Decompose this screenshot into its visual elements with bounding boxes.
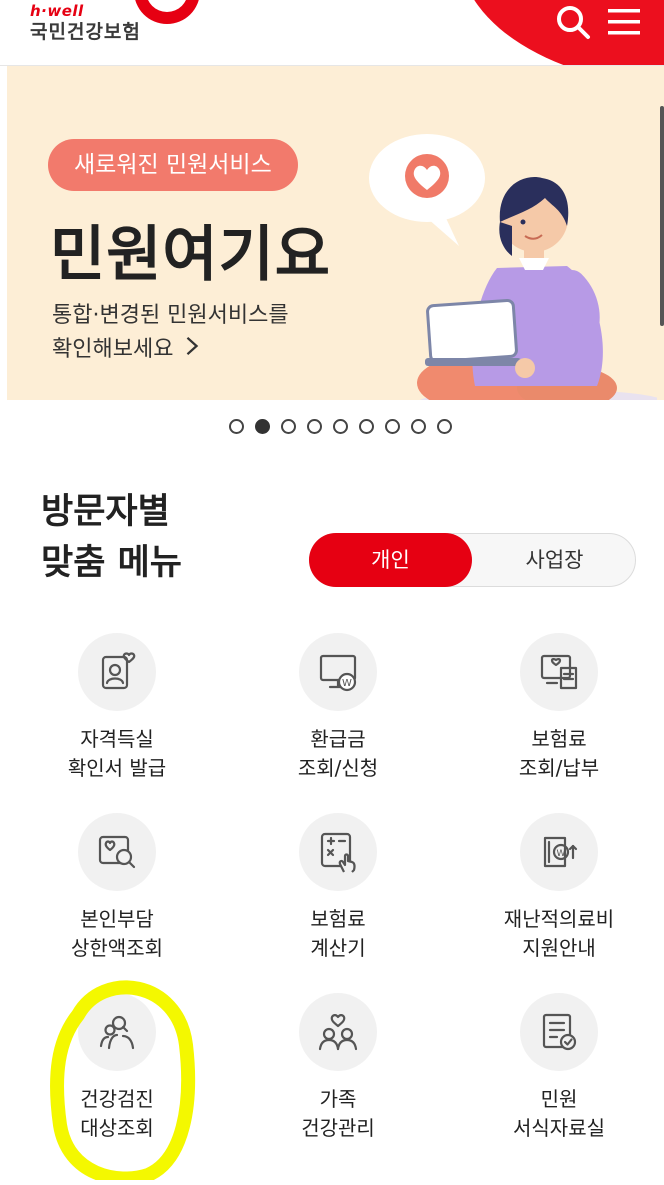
carousel-dot-8[interactable] bbox=[411, 419, 426, 434]
search-button[interactable] bbox=[553, 2, 593, 42]
logo[interactable]: h·well 국민건강보험 bbox=[30, 2, 141, 44]
menu-button[interactable] bbox=[604, 4, 644, 40]
carousel-dot-9[interactable] bbox=[437, 419, 452, 434]
carousel-pagination bbox=[229, 419, 452, 435]
visitor-type-toggle: 개인 사업장 bbox=[309, 533, 636, 587]
bill-receipt-icon bbox=[520, 633, 598, 711]
svg-text:W: W bbox=[342, 678, 352, 689]
menu-item-7[interactable]: 건강검진대상조회 bbox=[17, 993, 217, 1143]
menu-item-label-line1: 환급금 bbox=[310, 727, 366, 751]
menu-item-6[interactable]: W 재난적의료비지원안내 bbox=[459, 813, 659, 963]
menu-item-label-line1: 본인부담 bbox=[80, 907, 154, 931]
logo-title: 국민건강보험 bbox=[30, 21, 141, 43]
search-icon bbox=[557, 6, 590, 39]
monitor-won-icon: W bbox=[299, 633, 377, 711]
menu-item-label: 자격득실확인서 발급 bbox=[17, 725, 217, 783]
menu-item-label-line1: 재난적의료비 bbox=[503, 907, 615, 931]
banner-desc-line1: 통합·변경된 민원서비스를 bbox=[52, 303, 289, 328]
section-title-line1: 방문자별 bbox=[41, 492, 170, 532]
menu-item-label-line2: 대상조회 bbox=[80, 1116, 154, 1140]
menu-item-label: 건강검진대상조회 bbox=[17, 1085, 217, 1143]
header: h·well 국민건강보험 bbox=[0, 0, 664, 66]
menu-item-label-line2: 확인서 발급 bbox=[67, 756, 167, 780]
menu-item-label-line1: 보험료 bbox=[310, 907, 366, 931]
carousel-dot-2[interactable] bbox=[255, 419, 270, 434]
promo-banner[interactable]: 새로워진 민원서비스 민원여기요 통합·변경된 민원서비스를 확인해보세요 bbox=[7, 66, 664, 400]
svg-text:W: W bbox=[557, 849, 566, 859]
carousel-dot-4[interactable] bbox=[307, 419, 322, 434]
menu-item-3[interactable]: 보험료조회/납부 bbox=[459, 633, 659, 783]
menu-item-label-line1: 자격득실 bbox=[80, 727, 154, 751]
woman-laptop-illustration bbox=[369, 134, 657, 400]
menu-item-4[interactable]: 본인부담상한액조회 bbox=[17, 813, 217, 963]
tab-individual[interactable]: 개인 bbox=[309, 533, 472, 587]
menu-item-label: 환급금조회/신청 bbox=[238, 725, 438, 783]
heart-search-icon bbox=[78, 813, 156, 891]
hamburger-menu-icon bbox=[608, 9, 640, 35]
banner-title: 민원여기요 bbox=[50, 220, 331, 290]
tab-business[interactable]: 사업장 bbox=[473, 533, 636, 587]
menu-item-5[interactable]: 보험료계산기 bbox=[238, 813, 438, 963]
menu-item-1[interactable]: 자격득실확인서 발급 bbox=[17, 633, 217, 783]
section-title-line2: 맞춤 메뉴 bbox=[41, 543, 182, 583]
wallet-won-icon: W bbox=[520, 813, 598, 891]
menu-item-label-line1: 가족 bbox=[319, 1087, 357, 1111]
menu-item-label-line1: 보험료 bbox=[531, 727, 587, 751]
document-check-icon bbox=[520, 993, 598, 1071]
menu-item-label-line2: 상한액조회 bbox=[71, 936, 163, 960]
carousel-dot-3[interactable] bbox=[281, 419, 296, 434]
family-heart-icon bbox=[299, 993, 377, 1071]
menu-item-label-line2: 서식자료실 bbox=[513, 1116, 605, 1140]
banner-description[interactable]: 통합·변경된 민원서비스를 확인해보세요 bbox=[52, 300, 289, 366]
menu-item-label-line2: 지원안내 bbox=[522, 936, 596, 960]
logo-badge-icon bbox=[134, 0, 200, 24]
menu-item-label-line1: 민원 bbox=[540, 1087, 578, 1111]
calculator-hand-icon bbox=[299, 813, 377, 891]
menu-item-label-line2: 계산기 bbox=[310, 936, 366, 960]
id-card-heart-icon bbox=[78, 633, 156, 711]
menu-item-label: 보험료계산기 bbox=[238, 905, 438, 963]
menu-item-label: 민원서식자료실 bbox=[459, 1085, 659, 1143]
section-title: 방문자별 맞춤 메뉴 bbox=[41, 487, 182, 589]
menu-item-label: 보험료조회/납부 bbox=[459, 725, 659, 783]
menu-item-label: 재난적의료비지원안내 bbox=[459, 905, 659, 963]
banner-scrollbar bbox=[660, 106, 664, 326]
carousel-dot-1[interactable] bbox=[229, 419, 244, 434]
menu-item-label-line2: 건강관리 bbox=[301, 1116, 375, 1140]
person-group-search-icon bbox=[78, 993, 156, 1071]
chevron-right-icon bbox=[185, 332, 199, 364]
menu-item-label-line1: 건강검진 bbox=[80, 1087, 154, 1111]
menu-item-9[interactable]: 민원서식자료실 bbox=[459, 993, 659, 1143]
menu-item-label: 본인부담상한액조회 bbox=[17, 905, 217, 963]
banner-desc-line2: 확인해보세요 bbox=[52, 337, 174, 362]
menu-item-2[interactable]: W 환급금조회/신청 bbox=[238, 633, 438, 783]
banner-badge: 새로워진 민원서비스 bbox=[48, 139, 298, 191]
carousel-dot-7[interactable] bbox=[385, 419, 400, 434]
carousel-dot-5[interactable] bbox=[333, 419, 348, 434]
menu-item-label: 가족건강관리 bbox=[238, 1085, 438, 1143]
carousel-dot-6[interactable] bbox=[359, 419, 374, 434]
menu-item-label-line2: 조회/신청 bbox=[297, 756, 379, 780]
menu-item-label-line2: 조회/납부 bbox=[518, 756, 600, 780]
menu-item-8[interactable]: 가족건강관리 bbox=[238, 993, 438, 1143]
